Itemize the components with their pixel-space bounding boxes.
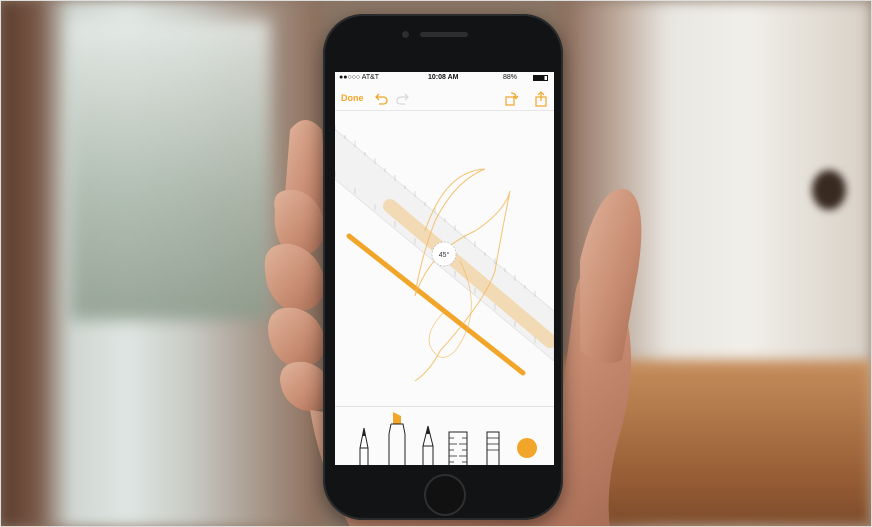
photo-scene: ●●○○○ AT&T 10:08 AM 88% Done 45° xyxy=(0,0,872,527)
image-border xyxy=(0,0,872,527)
